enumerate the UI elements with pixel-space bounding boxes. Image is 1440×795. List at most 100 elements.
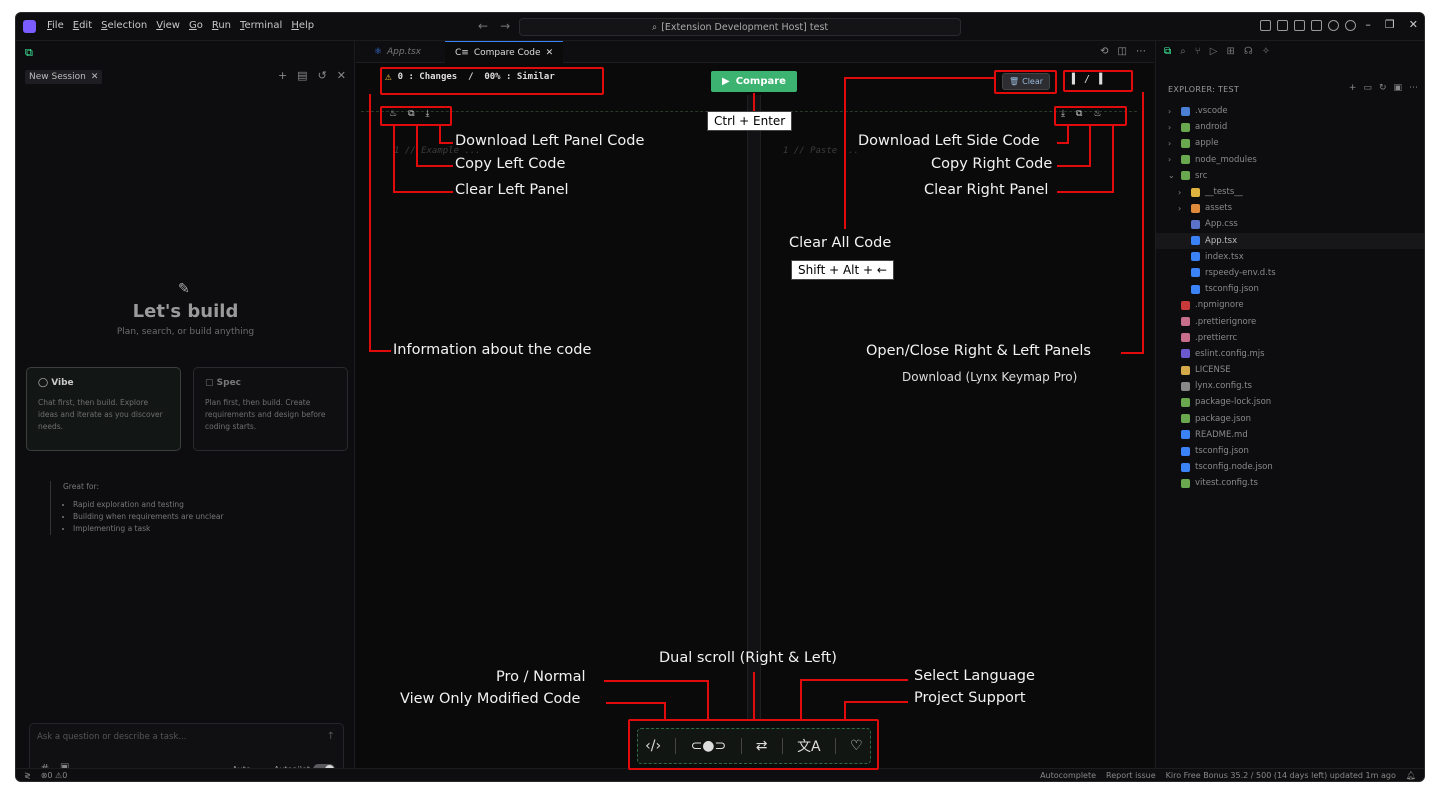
- tree-item-label: package.json: [1195, 413, 1251, 424]
- tree-file[interactable]: tsconfig.json: [1156, 281, 1424, 297]
- tree-file[interactable]: eslint.config.mjs: [1156, 346, 1424, 362]
- chat-icon[interactable]: [1277, 20, 1288, 31]
- remote-icon[interactable]: ≷: [24, 771, 31, 780]
- tree-folder[interactable]: ⌄ src: [1156, 168, 1424, 184]
- right-tools-highlight: [1054, 106, 1127, 126]
- tree-file[interactable]: .npmignore: [1156, 297, 1424, 313]
- right-code-line[interactable]: 1 // Paste ...: [783, 146, 859, 156]
- menu-item-file[interactable]: File: [47, 20, 64, 31]
- info-badge-highlight: [380, 67, 604, 95]
- source-control-icon[interactable]: ⑂: [1195, 46, 1201, 57]
- tree-item-label: rspeedy-env.d.ts: [1205, 267, 1276, 278]
- ann-download-keymap[interactable]: Download (Lynx Keymap Pro): [902, 370, 1077, 384]
- back-arrow-icon[interactable]: ←: [478, 19, 488, 33]
- tree-folder[interactable]: › android: [1156, 119, 1424, 135]
- report-issue-status[interactable]: Report issue: [1106, 771, 1156, 780]
- gear-icon[interactable]: [1345, 20, 1356, 31]
- tree-item-label: node_modules: [1195, 154, 1257, 165]
- great-for-item: Building when requirements are unclear: [73, 511, 224, 523]
- restore-icon[interactable]: ❐: [1385, 18, 1395, 31]
- new-file-icon[interactable]: +: [1349, 83, 1357, 93]
- tree-file[interactable]: tsconfig.node.json: [1156, 459, 1424, 475]
- autocomplete-status[interactable]: Autocomplete: [1040, 771, 1096, 780]
- kiro-ghost-icon[interactable]: ☊: [1244, 46, 1253, 57]
- tree-file[interactable]: package.json: [1156, 411, 1424, 427]
- tree-file[interactable]: index.tsx: [1156, 249, 1424, 265]
- menu-item-run[interactable]: Run: [212, 20, 231, 31]
- file-icon: [1181, 300, 1190, 310]
- notes-icon[interactable]: ▤: [297, 69, 307, 82]
- great-for-heading: Great for:: [63, 482, 99, 491]
- forward-arrow-icon[interactable]: →: [500, 19, 510, 33]
- tree-item-label: package-lock.json: [1195, 397, 1272, 408]
- tree-file[interactable]: App.tsx: [1156, 232, 1424, 249]
- debug-icon[interactable]: ▷: [1210, 46, 1218, 57]
- tree-file[interactable]: .prettierrc: [1156, 330, 1424, 346]
- tab-compare-code[interactable]: C≡ Compare Code ✕: [445, 41, 564, 63]
- tree-folder[interactable]: › node_modules: [1156, 152, 1424, 168]
- spec-card[interactable]: ▢ Spec Plan first, then build. Create re…: [193, 367, 348, 451]
- extensions-icon[interactable]: ⊞: [1226, 46, 1234, 57]
- panel-icon[interactable]: [1294, 20, 1305, 31]
- tree-item-label: eslint.config.mjs: [1195, 348, 1265, 359]
- minimize-icon[interactable]: –: [1365, 18, 1371, 31]
- tree-file[interactable]: vitest.config.ts: [1156, 475, 1424, 491]
- vibe-card[interactable]: ◯ Vibe Chat first, then build. Explore i…: [26, 367, 181, 451]
- panel-splitter[interactable]: [747, 95, 761, 768]
- session-tab[interactable]: New Session ✕: [25, 70, 103, 84]
- tree-file[interactable]: .prettierignore: [1156, 313, 1424, 329]
- folder-icon: [1181, 138, 1190, 148]
- layout-icon[interactable]: [1260, 20, 1271, 31]
- close-icon[interactable]: ✕: [1409, 18, 1418, 31]
- tree-folder[interactable]: › apple: [1156, 135, 1424, 151]
- tree-file[interactable]: package-lock.json: [1156, 394, 1424, 410]
- tree-file[interactable]: LICENSE: [1156, 362, 1424, 378]
- tree-folder[interactable]: › assets: [1156, 200, 1424, 216]
- tree-folder[interactable]: › .vscode: [1156, 103, 1424, 119]
- tree-file[interactable]: rspeedy-env.d.ts: [1156, 265, 1424, 281]
- search-icon[interactable]: ⌕: [1180, 46, 1186, 57]
- account-icon[interactable]: [1328, 20, 1339, 31]
- tree-file[interactable]: App.css: [1156, 216, 1424, 232]
- bell-icon[interactable]: 🔔︎: [1406, 771, 1416, 780]
- sidebar-icon[interactable]: [1311, 20, 1322, 31]
- new-folder-icon[interactable]: ▭: [1363, 83, 1372, 93]
- tree-file[interactable]: tsconfig.json: [1156, 443, 1424, 459]
- close-icon[interactable]: ✕: [337, 69, 346, 82]
- chat-input-placeholder[interactable]: Ask a question or describe a task...: [37, 732, 186, 742]
- close-icon[interactable]: ✕: [546, 48, 554, 58]
- menu-item-edit[interactable]: Edit: [73, 20, 92, 31]
- tree-file[interactable]: README.md: [1156, 427, 1424, 443]
- tab-compare-code-label: Compare Code: [473, 47, 541, 58]
- menu-item-view[interactable]: View: [156, 20, 180, 31]
- refresh-icon[interactable]: ↻: [1379, 83, 1387, 93]
- sparkle-icon[interactable]: ✧: [1262, 46, 1270, 57]
- git-icon[interactable]: ⟲: [1100, 46, 1108, 57]
- file-icon: [1181, 333, 1190, 343]
- send-arrow-icon[interactable]: ↑: [327, 731, 335, 742]
- menubar: File Edit Selection View Go Run Terminal Help ←…: [16, 13, 1424, 41]
- menu-item-go[interactable]: Go: [189, 20, 203, 31]
- tab-app-tsx[interactable]: ⚛ App.tsx: [364, 41, 431, 63]
- menu-item-terminal[interactable]: Terminal: [240, 20, 282, 31]
- compare-button[interactable]: ▶ Compare: [711, 71, 797, 92]
- command-center-text: [Extension Development Host] test: [661, 21, 829, 33]
- bonus-status[interactable]: Kiro Free Bonus 35.2 / 500 (14 days left…: [1166, 771, 1396, 780]
- tree-file[interactable]: lynx.config.ts: [1156, 378, 1424, 394]
- great-for-list: Great for: Rapid exploration and testing…: [50, 481, 224, 535]
- files-icon[interactable]: ⧉: [1164, 46, 1171, 57]
- more-icon[interactable]: ⋯: [1409, 83, 1418, 93]
- menu-item-help[interactable]: Help: [291, 20, 314, 31]
- collapse-icon[interactable]: ▣: [1393, 83, 1402, 93]
- menu-item-selection[interactable]: Selection: [101, 20, 147, 31]
- menu-list: File Edit Selection View Go Run Terminal Help: [47, 20, 314, 31]
- chat-bubble-icon: ◯: [38, 378, 52, 388]
- plus-icon[interactable]: +: [278, 69, 287, 82]
- tree-folder[interactable]: › __tests__: [1156, 184, 1424, 200]
- command-center[interactable]: ⌕ [Extension Development Host] test: [519, 18, 961, 36]
- close-icon[interactable]: ✕: [91, 72, 99, 82]
- problems-status[interactable]: ⊗0 ⚠0: [41, 771, 68, 780]
- history-icon[interactable]: ↺: [318, 69, 327, 82]
- more-icon[interactable]: ⋯: [1136, 46, 1146, 57]
- split-icon[interactable]: ◫: [1118, 46, 1127, 57]
